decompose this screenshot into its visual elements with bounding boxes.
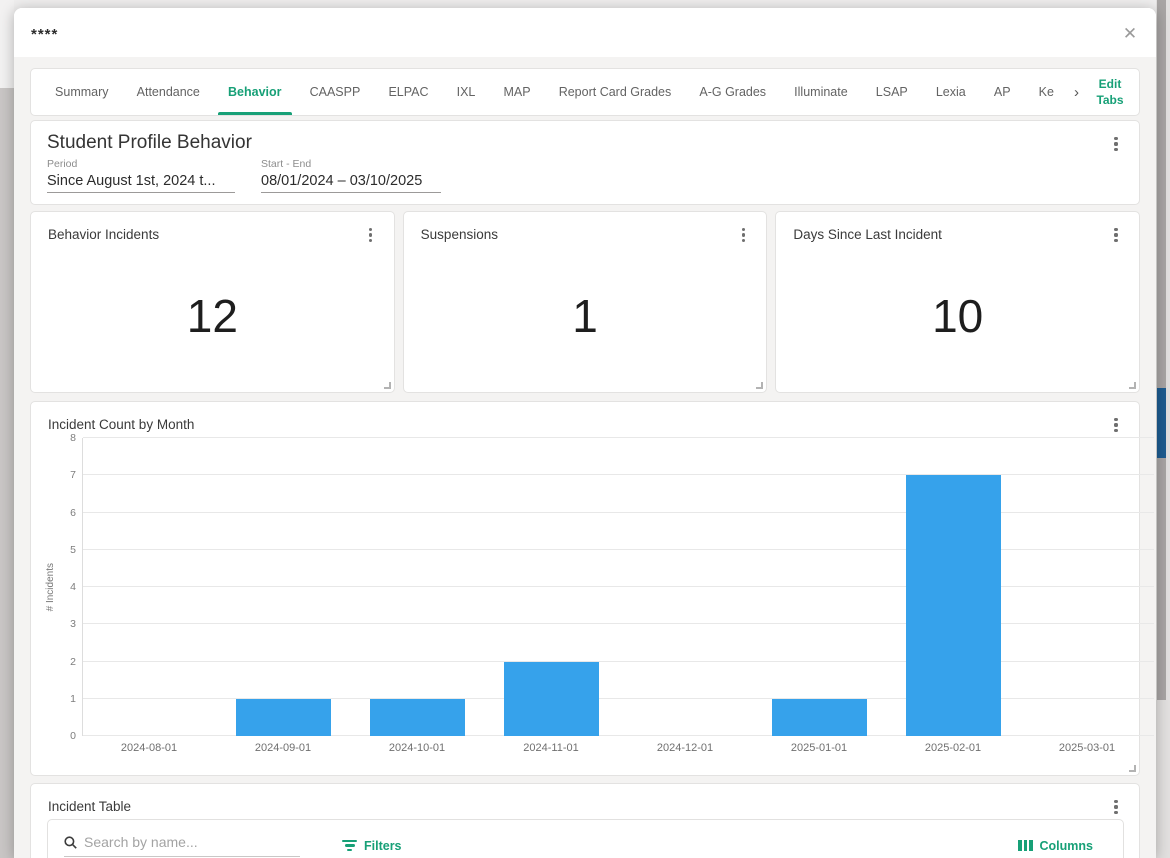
bar-2024-10-01[interactable] xyxy=(370,698,466,736)
stat-card-resize-handle[interactable] xyxy=(383,382,391,389)
stat-card-menu-kebab-icon[interactable] xyxy=(734,224,752,246)
incident-count-chart-card: Incident Count by Month # Incidents 0 1 2 3… xyxy=(30,401,1154,776)
stat-card-title: Behavior Incidents xyxy=(48,227,160,242)
x-tick-label: 2025-02-01 xyxy=(924,742,982,754)
stat-card: Days Since Last Incident 10 xyxy=(775,211,1141,393)
y-tick-label: 8 xyxy=(70,432,76,444)
bar-chart-plot-area: 0 1 2 3 4 5 6 7 8 xyxy=(70,432,1154,742)
stat-card-menu-kebab-icon[interactable] xyxy=(362,224,380,246)
tab-elpac[interactable]: ELPAC xyxy=(374,69,442,115)
stat-card-value: 10 xyxy=(932,290,984,342)
bar-2025-01-01[interactable] xyxy=(771,698,867,736)
stat-card-value: 1 xyxy=(572,290,598,342)
y-tick-label: 4 xyxy=(70,581,76,593)
x-tick-label: 2025-01-01 xyxy=(790,742,848,754)
x-tick-label: 2024-08-01 xyxy=(120,742,178,754)
y-tick-label: 5 xyxy=(70,543,76,556)
date-range-input[interactable] xyxy=(261,171,441,193)
tab-attendance[interactable]: Attendance xyxy=(123,69,214,115)
background-page-right-edge xyxy=(1156,0,1170,858)
y-tick-label: 2 xyxy=(70,655,76,668)
background-scrollbar-track[interactable] xyxy=(1157,0,1166,700)
tab-a-g-grades[interactable]: A-G Grades xyxy=(685,69,780,115)
filters-label: Filters xyxy=(364,838,402,853)
x-axis-labels: 2024-08-01 2024-09-01 2024-10-01 2024-11-01… xyxy=(82,742,1154,754)
search-field xyxy=(64,834,300,857)
x-tick-label: 2025-03-01 xyxy=(1058,742,1116,754)
period-select[interactable] xyxy=(47,171,235,193)
student-profile-modal: **** ✕ Summary Attendance Behavior CAASPP EL… xyxy=(14,8,1156,858)
tab-ap[interactable]: AP xyxy=(980,69,1025,115)
tab-map[interactable]: MAP xyxy=(489,69,544,115)
stat-card: Suspensions 1 xyxy=(402,211,768,393)
filter-icon xyxy=(342,838,357,854)
x-tick-label: 2024-12-01 xyxy=(656,742,714,754)
search-icon xyxy=(64,835,77,849)
columns-icon xyxy=(1018,840,1033,851)
gridline xyxy=(83,437,1154,438)
tab-illuminate[interactable]: Illuminate xyxy=(780,69,862,115)
y-tick-label: 6 xyxy=(70,506,76,519)
stat-card-title: Days Since Last Incident xyxy=(793,227,942,242)
tab-bar: Summary Attendance Behavior CAASPP ELPAC IXL M… xyxy=(30,68,1140,116)
background-scrollbar-thumb[interactable] xyxy=(1157,388,1166,458)
background-page-left-edge xyxy=(0,0,14,858)
chart-title: Incident Count by Month xyxy=(48,417,195,432)
search-input[interactable] xyxy=(84,834,300,850)
stats-row: Behavior Incidents 12 Suspensions 1 Days Sin… xyxy=(30,211,1141,393)
tab-lexia[interactable]: Lexia xyxy=(922,69,980,115)
page-title: Student Profile Behavior xyxy=(47,132,252,153)
tabs-overflow-chevron-icon[interactable]: › xyxy=(1068,69,1085,115)
y-tick-label: 7 xyxy=(70,469,76,482)
stat-card-resize-handle[interactable] xyxy=(1129,382,1137,389)
tab-list: Summary Attendance Behavior CAASPP ELPAC IXL M… xyxy=(41,69,1068,115)
background-page-left-edge-lower xyxy=(0,88,14,858)
bar-2025-02-01[interactable] xyxy=(905,475,1001,736)
tab-caaspp[interactable]: CAASPP xyxy=(296,69,375,115)
filters-button[interactable]: Filters xyxy=(342,838,402,854)
close-icon[interactable]: ✕ xyxy=(1118,22,1142,46)
tab-report-card-grades[interactable]: Report Card Grades xyxy=(545,69,686,115)
stat-card-menu-kebab-icon[interactable] xyxy=(1107,224,1125,246)
chart-card-menu-kebab-icon[interactable] xyxy=(1107,414,1125,436)
y-axis-label: # Incidents xyxy=(45,562,56,612)
tab-ke[interactable]: Ke xyxy=(1025,69,1068,115)
modal-header: **** ✕ xyxy=(14,8,1156,57)
incident-table-inner: Filters Columns xyxy=(47,819,1124,858)
tab-behavior[interactable]: Behavior xyxy=(214,69,296,115)
columns-label: Columns xyxy=(1039,838,1093,853)
behavior-header-card: Student Profile Behavior Period Start - … xyxy=(30,120,1140,205)
stat-card-value: 12 xyxy=(186,290,238,342)
period-label: Period xyxy=(47,158,78,170)
bar-2024-11-01[interactable] xyxy=(504,661,600,736)
chart-card-resize-handle[interactable] xyxy=(1129,765,1136,772)
columns-button[interactable]: Columns xyxy=(1018,839,1093,853)
stat-card: Behavior Incidents 12 xyxy=(30,211,395,393)
bar-2024-09-01[interactable] xyxy=(236,698,332,736)
student-name-masked: **** xyxy=(31,26,59,43)
incident-table-card: Incident Table Filters xyxy=(30,783,1140,858)
table-card-menu-kebab-icon[interactable] xyxy=(1107,796,1125,818)
edit-tabs-button[interactable]: Edit Tabs xyxy=(1091,69,1129,115)
x-tick-label: 2024-10-01 xyxy=(388,742,446,754)
incident-table-title: Incident Table xyxy=(48,799,132,814)
start-end-label: Start - End xyxy=(261,158,312,170)
tab-ixl[interactable]: IXL xyxy=(443,69,490,115)
y-tick-label: 1 xyxy=(70,692,76,705)
modal-body: Summary Attendance Behavior CAASPP ELPAC IXL M… xyxy=(14,57,1156,858)
tab-lsap[interactable]: LSAP xyxy=(862,69,922,115)
stat-card-resize-handle[interactable] xyxy=(756,382,764,389)
y-tick-label: 3 xyxy=(70,618,76,631)
header-card-menu-kebab-icon[interactable] xyxy=(1107,133,1125,155)
x-tick-label: 2024-11-01 xyxy=(523,742,579,754)
tab-summary[interactable]: Summary xyxy=(41,69,123,115)
y-tick-label: 0 xyxy=(70,730,76,742)
x-tick-label: 2024-09-01 xyxy=(254,742,312,754)
stat-card-title: Suspensions xyxy=(420,227,498,242)
